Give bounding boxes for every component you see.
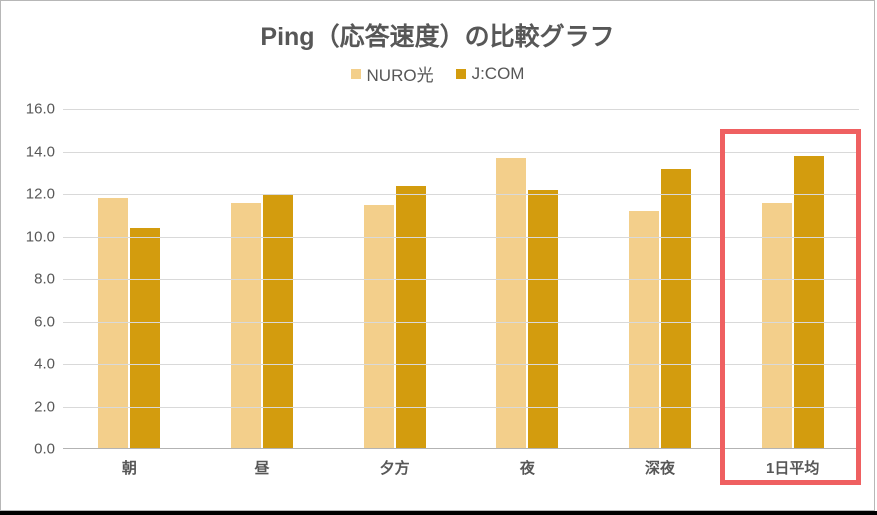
plot-area: 0.02.04.06.08.010.012.014.016.0: [63, 109, 859, 449]
gridline: [63, 279, 859, 280]
y-tick-label: 12.0: [15, 186, 55, 203]
y-tick-label: 14.0: [15, 143, 55, 160]
gridline: [63, 237, 859, 238]
gridline: [63, 322, 859, 323]
gridline: [63, 109, 859, 110]
bar-nuro: [629, 211, 659, 449]
gridline: [63, 364, 859, 365]
bar-nuro: [762, 203, 792, 450]
bar-nuro: [231, 203, 261, 450]
gridline: [63, 407, 859, 408]
y-tick-label: 16.0: [15, 101, 55, 118]
x-tick-label: 朝: [63, 457, 196, 478]
y-tick-label: 8.0: [15, 271, 55, 288]
x-tick-label: 夕方: [328, 457, 461, 478]
x-tick-label: 昼: [196, 457, 329, 478]
y-tick-label: 6.0: [15, 313, 55, 330]
y-tick-label: 10.0: [15, 228, 55, 245]
legend-item-nuro: NURO光: [351, 61, 434, 86]
legend-item-jcom: J:COM: [456, 64, 525, 84]
gridline: [63, 194, 859, 195]
chart-container: Ping（応答速度）の比較グラフ NURO光 J:COM 0.02.04.06.…: [0, 0, 875, 511]
gridline: [63, 152, 859, 153]
bar-jcom: [794, 156, 824, 449]
x-tick-label: 1日平均: [726, 457, 859, 478]
x-tick-label: 夜: [461, 457, 594, 478]
legend: NURO光 J:COM: [1, 61, 874, 86]
y-tick-label: 4.0: [15, 356, 55, 373]
bar-nuro: [364, 205, 394, 449]
x-axis-labels: 朝 昼 夕方 夜 深夜 1日平均: [63, 457, 859, 478]
bottom-border: [0, 511, 877, 515]
x-axis-line: [63, 448, 859, 449]
bar-nuro: [496, 158, 526, 449]
x-tick-label: 深夜: [594, 457, 727, 478]
legend-label: J:COM: [472, 64, 525, 84]
y-tick-label: 0.0: [15, 441, 55, 458]
legend-swatch-icon: [351, 69, 361, 79]
legend-label: NURO光: [367, 61, 434, 86]
chart-title: Ping（応答速度）の比較グラフ: [1, 17, 874, 53]
y-tick-label: 2.0: [15, 398, 55, 415]
bar-jcom: [130, 228, 160, 449]
legend-swatch-icon: [456, 69, 466, 79]
bar-jcom: [396, 186, 426, 450]
bar-jcom: [528, 190, 558, 449]
